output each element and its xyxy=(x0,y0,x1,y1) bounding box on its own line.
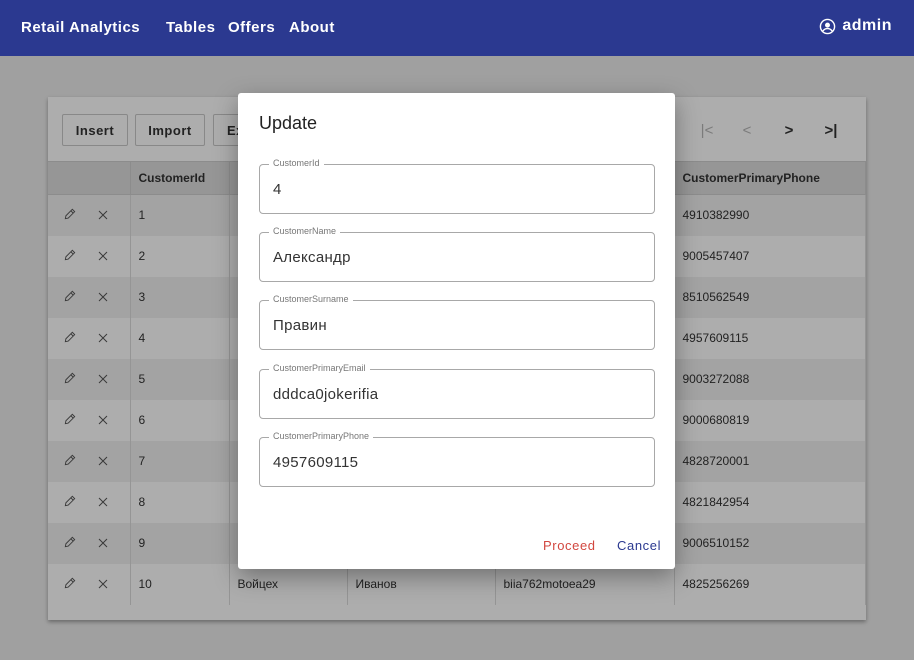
top-navbar: Retail Analytics Tables Offers About adm… xyxy=(0,0,914,56)
account-circle-icon xyxy=(820,18,836,34)
nav-link-tables[interactable]: Tables xyxy=(166,19,215,36)
cancel-button[interactable]: Cancel xyxy=(617,538,661,553)
field-label: CustomerPrimaryEmail xyxy=(269,363,370,373)
field-value[interactable]: 4957609115 xyxy=(273,454,358,471)
customer-surname-field[interactable]: CustomerSurname Правин xyxy=(259,294,655,350)
nav-link-offers[interactable]: Offers xyxy=(228,19,275,36)
field-value[interactable]: dddca0jokerifia xyxy=(273,386,378,403)
customer-id-field[interactable]: CustomerId 4 xyxy=(259,158,655,214)
field-label: CustomerPrimaryPhone xyxy=(269,431,374,441)
app-brand[interactable]: Retail Analytics xyxy=(21,19,140,36)
customer-email-field[interactable]: CustomerPrimaryEmail dddca0jokerifia xyxy=(259,363,655,419)
field-label: CustomerId xyxy=(269,158,324,168)
field-value[interactable]: Правин xyxy=(273,317,327,334)
field-value[interactable]: Александр xyxy=(273,249,351,266)
user-name: admin xyxy=(842,17,892,34)
customer-name-field[interactable]: CustomerName Александр xyxy=(259,226,655,282)
dialog-title: Update xyxy=(259,113,318,133)
nav-link-about[interactable]: About xyxy=(289,19,335,36)
update-dialog: Update CustomerId 4 CustomerName Алексан… xyxy=(238,93,675,569)
user-menu[interactable]: admin xyxy=(819,17,892,35)
field-value[interactable]: 4 xyxy=(273,181,282,198)
field-label: CustomerName xyxy=(269,226,341,236)
customer-phone-field[interactable]: CustomerPrimaryPhone 4957609115 xyxy=(259,431,655,487)
field-label: CustomerSurname xyxy=(269,294,353,304)
proceed-button[interactable]: Proceed xyxy=(543,538,596,553)
